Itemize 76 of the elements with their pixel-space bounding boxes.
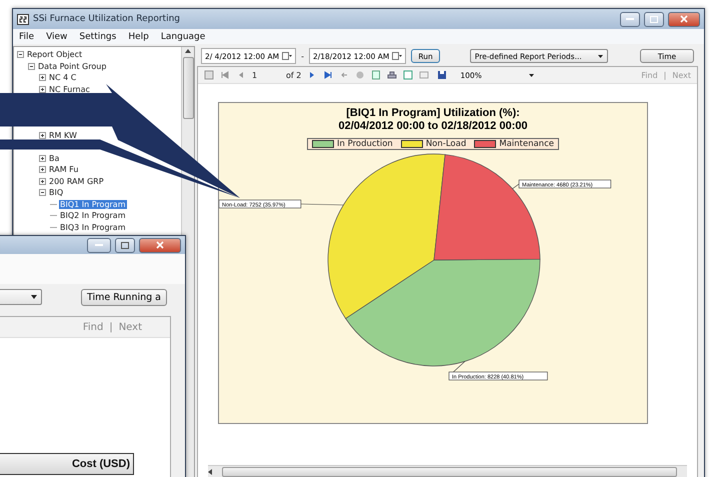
tree-item[interactable]: RAM Fu	[48, 165, 80, 174]
first-page-icon[interactable]	[220, 70, 230, 80]
calendar-dropdown-icon[interactable]	[392, 51, 402, 61]
legend-label: In Production	[337, 139, 393, 149]
close-button[interactable]	[139, 238, 181, 252]
refresh-icon[interactable]	[371, 70, 382, 80]
legend-swatch	[312, 140, 334, 148]
minimize-button[interactable]	[87, 238, 111, 252]
expand-icon[interactable]	[39, 86, 46, 93]
caret-icon	[31, 295, 37, 299]
tree-item[interactable]: BIQ3 In Program	[59, 222, 127, 232]
minimize-icon	[95, 244, 103, 246]
expand-icon[interactable]	[39, 166, 46, 174]
tree-item[interactable]: RM KW	[48, 130, 78, 140]
menu-item[interactable]: View	[46, 32, 68, 42]
menu-item[interactable]: Help	[128, 32, 149, 42]
leader-line	[300, 204, 344, 206]
expand-icon[interactable]	[39, 74, 46, 82]
time-running-button[interactable]: Time Running a	[80, 288, 167, 306]
link-separator: |	[664, 70, 666, 80]
scrollbar-thumb[interactable]	[182, 57, 194, 119]
caret-icon	[598, 54, 603, 58]
menu-item[interactable]: Settings	[79, 32, 116, 42]
minimize-icon	[626, 18, 634, 20]
tree-line-icon	[50, 215, 57, 216]
minimize-button[interactable]	[620, 12, 640, 26]
tree-item[interactable]: BIQ1 In Program	[59, 200, 127, 209]
maximize-icon	[121, 242, 129, 248]
close-button[interactable]	[668, 12, 700, 26]
back-icon[interactable]	[339, 70, 350, 80]
link-separator: |	[109, 322, 113, 332]
maximize-button[interactable]	[644, 12, 664, 26]
page-count: of 2	[286, 70, 302, 80]
document-map-icon[interactable]	[204, 70, 214, 80]
tree-item[interactable]: 200 RAM GRP	[48, 176, 105, 186]
column-header: Cost (USD)	[72, 458, 130, 470]
tree-item[interactable]: BIQ2 In Program	[59, 211, 127, 220]
page-number-field[interactable]: 1	[252, 70, 280, 80]
tree-item[interactable]: Ba	[48, 154, 60, 163]
scroll-left-icon[interactable]	[208, 469, 212, 475]
leader-line	[512, 184, 520, 190]
maximize-icon	[650, 16, 658, 22]
menu-item[interactable]: File	[19, 32, 34, 42]
expand-icon[interactable]	[39, 154, 46, 162]
tree-item[interactable]: Data Point Group	[37, 62, 108, 71]
tree-item[interactable]: NC 4 C	[48, 73, 78, 82]
collapse-icon[interactable]	[17, 51, 24, 58]
print-layout-icon[interactable]	[403, 70, 414, 80]
date-separator: -	[301, 52, 304, 60]
collapse-icon[interactable]	[28, 62, 35, 70]
tree-item[interactable]: NC Furnac	[48, 84, 91, 94]
maximize-button[interactable]	[115, 238, 135, 252]
app-logo-icon	[17, 14, 29, 24]
print-icon[interactable]	[387, 70, 398, 80]
tree-item[interactable]: Report Object	[26, 50, 84, 60]
legend-swatch	[400, 140, 423, 148]
calendar-dropdown-icon[interactable]	[282, 51, 292, 61]
legend-swatch	[474, 140, 496, 148]
tree-item[interactable]: BIQ	[48, 188, 64, 198]
caret-icon	[529, 74, 534, 76]
legend-label: Non-Load	[426, 139, 466, 149]
scrollbar-thumb[interactable]	[222, 467, 677, 477]
expand-icon[interactable]	[39, 132, 46, 139]
window-title: SSi Furnace Utilization Reporting	[33, 14, 180, 24]
tree-line-icon	[50, 204, 57, 205]
close-icon	[680, 15, 688, 23]
menu-item[interactable]: Language	[160, 32, 206, 42]
tree-line-icon	[50, 226, 57, 228]
chart-subtitle: 02/04/2012 00:00 to 02/18/2012 00:00	[338, 120, 528, 133]
last-page-icon[interactable]	[323, 70, 334, 80]
expand-icon[interactable]	[39, 178, 46, 185]
scroll-up-icon[interactable]	[185, 49, 191, 53]
close-icon	[156, 241, 164, 249]
legend-label: Maintenance	[499, 139, 554, 149]
chart-title: [BIQ1 In Program] Utilization (%):	[346, 107, 520, 120]
collapse-icon[interactable]	[39, 189, 46, 196]
